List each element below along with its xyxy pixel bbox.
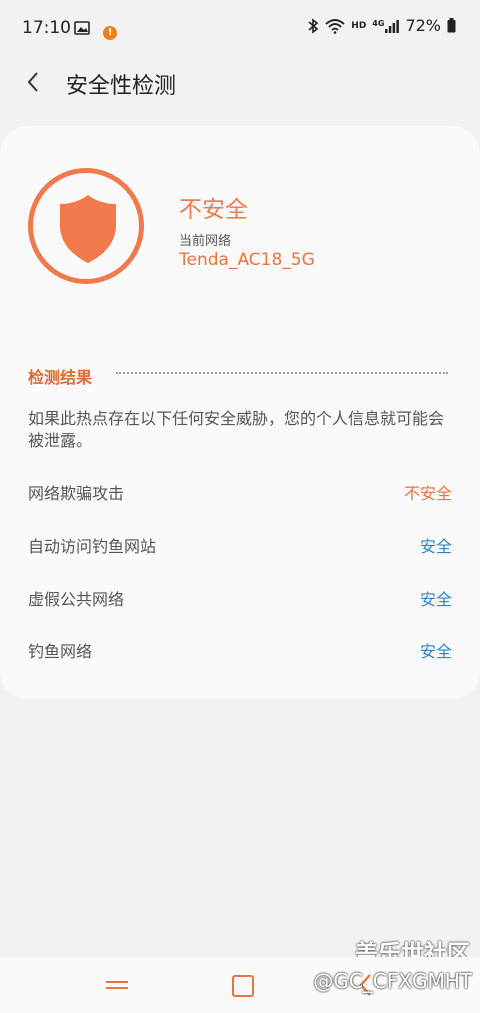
shield-status-ring xyxy=(28,168,144,284)
result-name: 网络欺骗攻击 xyxy=(28,484,125,503)
result-status: 不安全 xyxy=(403,484,452,503)
section-divider xyxy=(116,372,448,374)
app-header: 安全性检测 xyxy=(0,48,480,116)
results-section-title: 检测结果 xyxy=(28,368,93,387)
result-status: 安全 xyxy=(419,642,452,661)
security-check-card: 不安全 当前网络 Tenda_AC18_5G 检测结果 如果此热点存在以下任何安… xyxy=(0,126,480,699)
image-icon xyxy=(74,21,90,35)
result-status: 安全 xyxy=(419,590,452,609)
home-icon[interactable] xyxy=(232,975,254,997)
shield-icon xyxy=(60,195,116,263)
result-row-phishing-site: 自动访问钓鱼网站 安全 xyxy=(28,533,452,559)
status-right-icons: HD 4G 72% xyxy=(307,16,456,35)
result-status: 安全 xyxy=(419,537,452,556)
results-description: 如果此热点存在以下任何安全威胁，您的个人信息就可能会被泄露。 xyxy=(28,409,445,450)
result-row-fake-public-network: 虚假公共网络 安全 xyxy=(28,586,452,612)
bluetooth-icon xyxy=(308,17,319,34)
page-title: 安全性检测 xyxy=(66,74,177,99)
watermark-handle: @GC_CFXGMHT xyxy=(313,969,472,993)
network-name: Tenda_AC18_5G xyxy=(179,250,315,270)
battery-percent: 72% xyxy=(405,16,441,35)
status-left-icons: ! xyxy=(74,20,118,40)
battery-icon xyxy=(447,18,456,33)
result-row-spoofing: 网络欺骗攻击 不安全 xyxy=(28,480,452,506)
status-bar: 17:10 ! HD 4G 72% xyxy=(0,0,480,48)
hd-icon: HD xyxy=(351,20,367,31)
result-name: 钓鱼网络 xyxy=(28,642,93,661)
result-name: 虚假公共网络 xyxy=(28,590,125,609)
result-name: 自动访问钓鱼网站 xyxy=(28,537,157,556)
wifi-icon xyxy=(325,18,345,34)
4g-signal-icon: 4G xyxy=(372,19,400,33)
result-row-phishing-network: 钓鱼网络 安全 xyxy=(28,638,452,664)
status-time: 17:10 xyxy=(22,18,71,38)
alert-icon: ! xyxy=(103,26,118,40)
current-network-label: 当前网络 xyxy=(179,234,232,249)
back-arrow-icon[interactable] xyxy=(22,66,46,98)
security-status: 不安全 xyxy=(179,197,248,223)
recent-apps-icon[interactable] xyxy=(106,977,128,993)
